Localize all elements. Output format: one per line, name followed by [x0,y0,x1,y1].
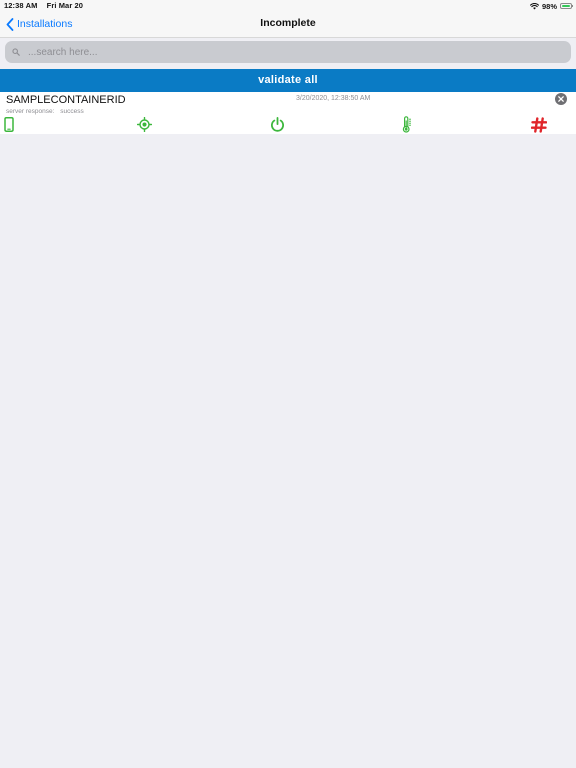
search-field[interactable] [5,41,571,63]
location-target-icon[interactable] [136,116,152,132]
wifi-icon [529,2,539,10]
timestamp: 3/20/2020, 12:38:50 AM [296,95,371,102]
list-item[interactable]: SAMPLECONTAINERID 3/20/2020, 12:38:50 AM… [0,92,576,134]
search-bar [0,38,576,69]
power-icon[interactable] [269,116,285,132]
battery-icon [560,3,573,9]
navigation-header: 12:38 AM Fri Mar 20 98% Installations In… [0,0,576,38]
server-response: server response: success [6,108,84,115]
hashtag-icon[interactable] [530,116,547,133]
container-id: SAMPLECONTAINERID [6,94,126,106]
page-title: Incomplete [260,17,316,29]
server-response-value: success [60,108,84,115]
battery-level-fill [562,5,570,7]
thermometer-icon[interactable] [401,116,413,133]
status-bar-right: 98% [529,1,573,11]
status-bar-left: 12:38 AM Fri Mar 20 [4,1,83,10]
battery-percent: 98% [541,1,557,11]
app-screen: 12:38 AM Fri Mar 20 98% Installations In… [0,0,576,768]
status-time: 12:38 AM [4,1,38,10]
server-response-label: server response: [6,108,55,115]
phone-icon[interactable] [3,116,15,132]
validate-all-button[interactable]: validate all [0,69,576,92]
search-input[interactable] [26,45,550,59]
search-icon [12,48,20,56]
status-date: Fri Mar 20 [46,1,84,10]
close-icon [558,96,564,102]
remove-button[interactable] [555,93,567,105]
